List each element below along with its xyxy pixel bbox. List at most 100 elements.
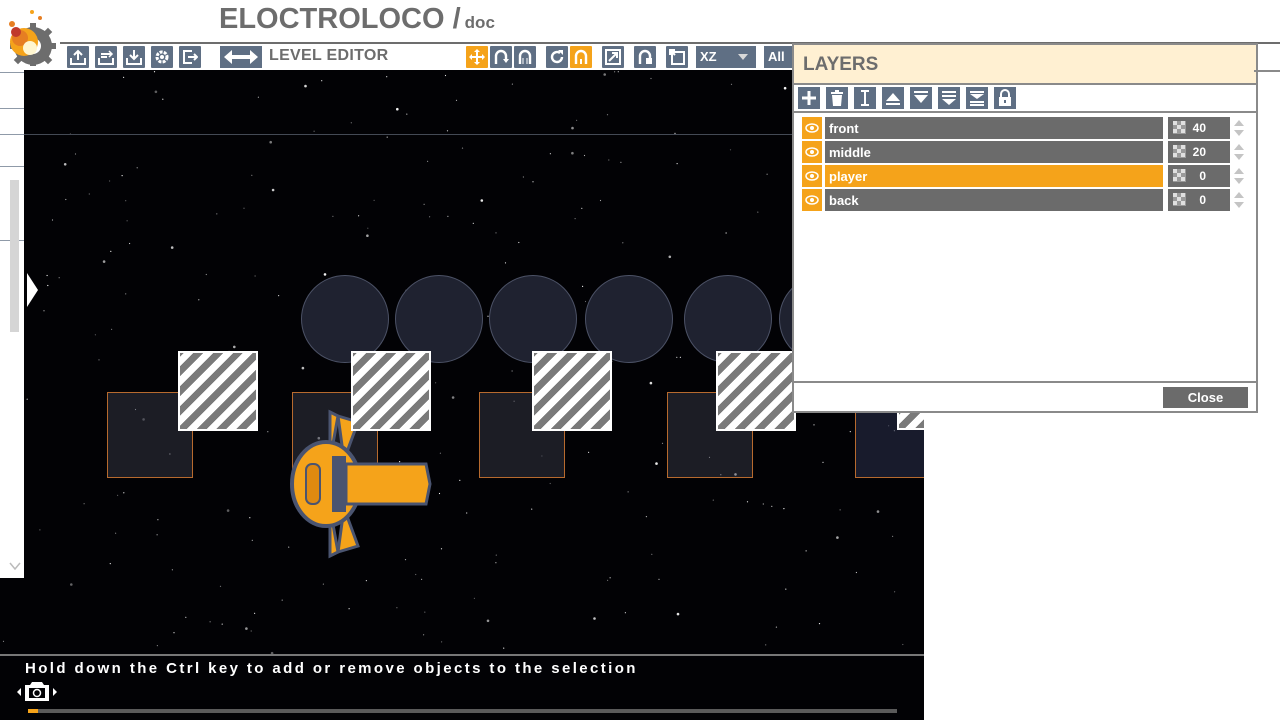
star [549, 482, 551, 485]
star [571, 126, 574, 130]
star [94, 334, 96, 336]
layer-depth-value: 20 [1192, 145, 1206, 159]
layer-depth-field[interactable]: 20 [1168, 141, 1230, 163]
axis-select[interactable]: XZ [696, 46, 756, 68]
depth-stepper-icon[interactable] [1233, 142, 1245, 162]
flip-button[interactable] [666, 46, 688, 68]
star [836, 536, 839, 539]
layer-name-text: middle [829, 145, 871, 160]
hatched-block[interactable] [897, 410, 924, 430]
star [504, 262, 507, 264]
lock-layer-button[interactable] [994, 87, 1016, 109]
star [495, 232, 497, 234]
merge-all-button[interactable] [966, 87, 988, 109]
select-all-button[interactable]: All [764, 46, 792, 68]
star [115, 532, 117, 534]
depth-stepper-icon[interactable] [1233, 190, 1245, 210]
star [511, 83, 513, 85]
circle-object[interactable] [585, 275, 673, 363]
star [581, 207, 583, 209]
star [609, 577, 611, 579]
star [226, 509, 230, 512]
scroll-down-icon[interactable] [9, 562, 21, 570]
hatched-block[interactable] [532, 351, 612, 431]
star [136, 167, 138, 169]
layer-row-front[interactable]: front 40 [802, 117, 1250, 139]
import-button[interactable] [95, 46, 117, 68]
visibility-toggle[interactable] [802, 141, 822, 163]
hatched-block[interactable] [351, 351, 431, 431]
star [480, 199, 484, 202]
star [109, 180, 111, 182]
settings-button[interactable] [151, 46, 173, 68]
depth-stepper-icon[interactable] [1233, 166, 1245, 186]
dialog-footer-divider [794, 381, 1256, 383]
star [451, 396, 455, 399]
rename-layer-button[interactable] [854, 87, 876, 109]
star [156, 645, 158, 647]
layer-depth-field[interactable]: 40 [1168, 117, 1230, 139]
add-layer-button[interactable] [798, 87, 820, 109]
panel-scrollbar[interactable] [10, 180, 19, 332]
circle-object[interactable] [301, 275, 389, 363]
rotate-tool-button[interactable] [490, 46, 512, 68]
resize-button[interactable] [602, 46, 624, 68]
move-layer-up-button[interactable] [882, 87, 904, 109]
magnet-rotate-icon [494, 49, 509, 64]
star [219, 585, 222, 587]
visibility-toggle[interactable] [802, 189, 822, 211]
side-panel[interactable] [0, 70, 24, 578]
move-tool-button[interactable] [466, 46, 488, 68]
star [574, 218, 576, 220]
star [583, 154, 586, 157]
star [495, 562, 497, 564]
circle-object[interactable] [395, 275, 483, 363]
layer-depth-field[interactable]: 0 [1168, 165, 1230, 187]
star [173, 632, 175, 634]
layer-row-player[interactable]: player 0 [802, 165, 1250, 187]
timeline-bar[interactable] [28, 709, 897, 713]
move-layer-down-button[interactable] [910, 87, 932, 109]
star [461, 147, 464, 149]
layer-depth-field[interactable]: 0 [1168, 189, 1230, 211]
magnet-button[interactable] [570, 46, 592, 68]
layer-name[interactable]: middle [825, 141, 1163, 163]
visibility-toggle[interactable] [802, 165, 822, 187]
select-all-label: All [768, 49, 785, 64]
exit-button[interactable] [179, 46, 201, 68]
hatched-block[interactable] [178, 351, 258, 431]
level-viewport[interactable] [0, 70, 924, 654]
grid-tool-button[interactable] [514, 46, 536, 68]
visibility-toggle[interactable] [802, 117, 822, 139]
refresh-button[interactable] [546, 46, 568, 68]
star [2, 640, 5, 643]
hatched-block[interactable] [716, 351, 796, 431]
export-button[interactable] [67, 46, 89, 68]
toggle-panel-button[interactable] [220, 46, 262, 68]
depth-stepper-icon[interactable] [1233, 118, 1245, 138]
star [441, 641, 443, 643]
star [304, 84, 307, 88]
layer-row-back[interactable]: back 0 [802, 189, 1250, 211]
layer-name[interactable]: player [825, 165, 1163, 187]
layer-name[interactable]: front [825, 117, 1163, 139]
circle-object[interactable] [684, 275, 772, 363]
delete-layer-button[interactable] [826, 87, 848, 109]
star [257, 96, 259, 98]
circle-object[interactable] [489, 275, 577, 363]
star [593, 617, 596, 620]
star [170, 246, 174, 249]
download-button[interactable] [123, 46, 145, 68]
refresh-icon [550, 50, 564, 64]
camera-icon[interactable] [16, 680, 58, 704]
merge-down-button[interactable] [938, 87, 960, 109]
layer-row-middle[interactable]: middle 20 [802, 141, 1250, 163]
star [902, 643, 904, 646]
snap-button[interactable] [634, 46, 656, 68]
close-button[interactable]: Close [1163, 387, 1248, 408]
star [109, 563, 111, 565]
star [822, 461, 824, 463]
layer-name[interactable]: back [825, 189, 1163, 211]
star [39, 529, 41, 531]
expand-panel-arrow[interactable] [27, 273, 38, 307]
